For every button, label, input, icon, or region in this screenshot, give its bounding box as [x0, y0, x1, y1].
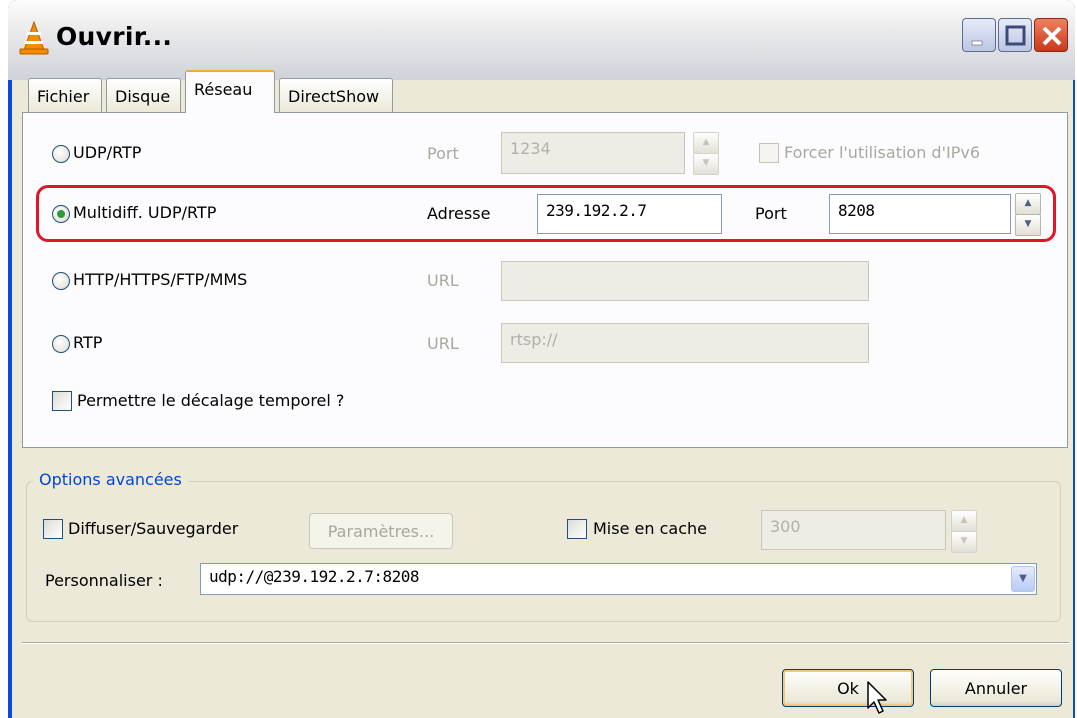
tab-label: Réseau: [194, 80, 253, 99]
cancel-button[interactable]: Annuler: [930, 669, 1062, 707]
advanced-options-group: [26, 481, 1061, 622]
chevron-down-icon[interactable]: ▼: [1011, 566, 1035, 592]
udp-rtp-label: UDP/RTP: [73, 143, 142, 162]
timeshift-checkbox[interactable]: [52, 391, 72, 411]
ipv6-checkbox[interactable]: [759, 143, 779, 163]
cache-label: Mise en cache: [593, 519, 707, 538]
cache-input[interactable]: 300: [761, 510, 946, 550]
http-url-input[interactable]: [501, 261, 869, 301]
udp-port-label: Port: [427, 144, 459, 163]
customize-label: Personnaliser :: [45, 571, 163, 590]
stream-save-label: Diffuser/Sauvegarder: [68, 519, 239, 538]
timeshift-label: Permettre le décalage temporel ?: [77, 391, 345, 410]
cache-checkbox[interactable]: [567, 519, 587, 539]
mouse-cursor-icon: [867, 681, 887, 714]
tab-fichier[interactable]: Fichier: [28, 78, 102, 112]
ok-button[interactable]: Ok: [782, 669, 914, 707]
parameters-button[interactable]: Paramètres...: [309, 513, 453, 549]
http-url-label: URL: [427, 271, 459, 290]
tab-label: Disque: [115, 87, 171, 106]
http-radio[interactable]: [52, 272, 70, 290]
minimize-button[interactable]: [962, 18, 996, 52]
rtp-radio[interactable]: [52, 335, 70, 353]
rtp-label: RTP: [73, 333, 103, 352]
close-button[interactable]: [1034, 18, 1068, 52]
maximize-icon: [1005, 25, 1026, 46]
stream-save-checkbox[interactable]: [43, 519, 63, 539]
udp-port-input[interactable]: 1234: [501, 132, 685, 174]
vlc-cone-icon: [19, 20, 49, 55]
udp-port-stepper[interactable]: ▲ ▼: [693, 132, 719, 175]
maximize-button[interactable]: [998, 18, 1032, 52]
rtp-url-input[interactable]: rtsp://: [501, 323, 869, 363]
red-highlight-annotation: [36, 185, 1056, 242]
customize-combobox-input[interactable]: udp://@239.192.2.7:8208: [200, 563, 1037, 595]
advanced-options-legend: Options avancées: [33, 470, 188, 489]
http-label: HTTP/HTTPS/FTP/MMS: [73, 270, 248, 289]
tab-label: Fichier: [37, 87, 90, 106]
separator: [22, 642, 1069, 644]
tab-directshow[interactable]: DirectShow: [279, 78, 393, 112]
minimize-icon: [971, 40, 983, 46]
stepper-down-icon[interactable]: ▼: [951, 531, 977, 553]
stepper-up-icon[interactable]: ▲: [951, 510, 977, 532]
rtp-url-label: URL: [427, 334, 459, 353]
tab-reseau[interactable]: Réseau: [185, 70, 275, 113]
cache-stepper[interactable]: ▲ ▼: [951, 510, 977, 553]
udp-rtp-radio[interactable]: [52, 145, 70, 163]
stepper-up-icon[interactable]: ▲: [693, 132, 719, 154]
ipv6-label: Forcer l'utilisation d'IPv6: [784, 143, 980, 162]
close-icon: [1042, 26, 1062, 46]
tab-label: DirectShow: [288, 87, 380, 106]
window-title: Ouvrir...: [56, 22, 173, 51]
tab-disque[interactable]: Disque: [106, 78, 181, 112]
stepper-down-icon[interactable]: ▼: [693, 153, 719, 175]
